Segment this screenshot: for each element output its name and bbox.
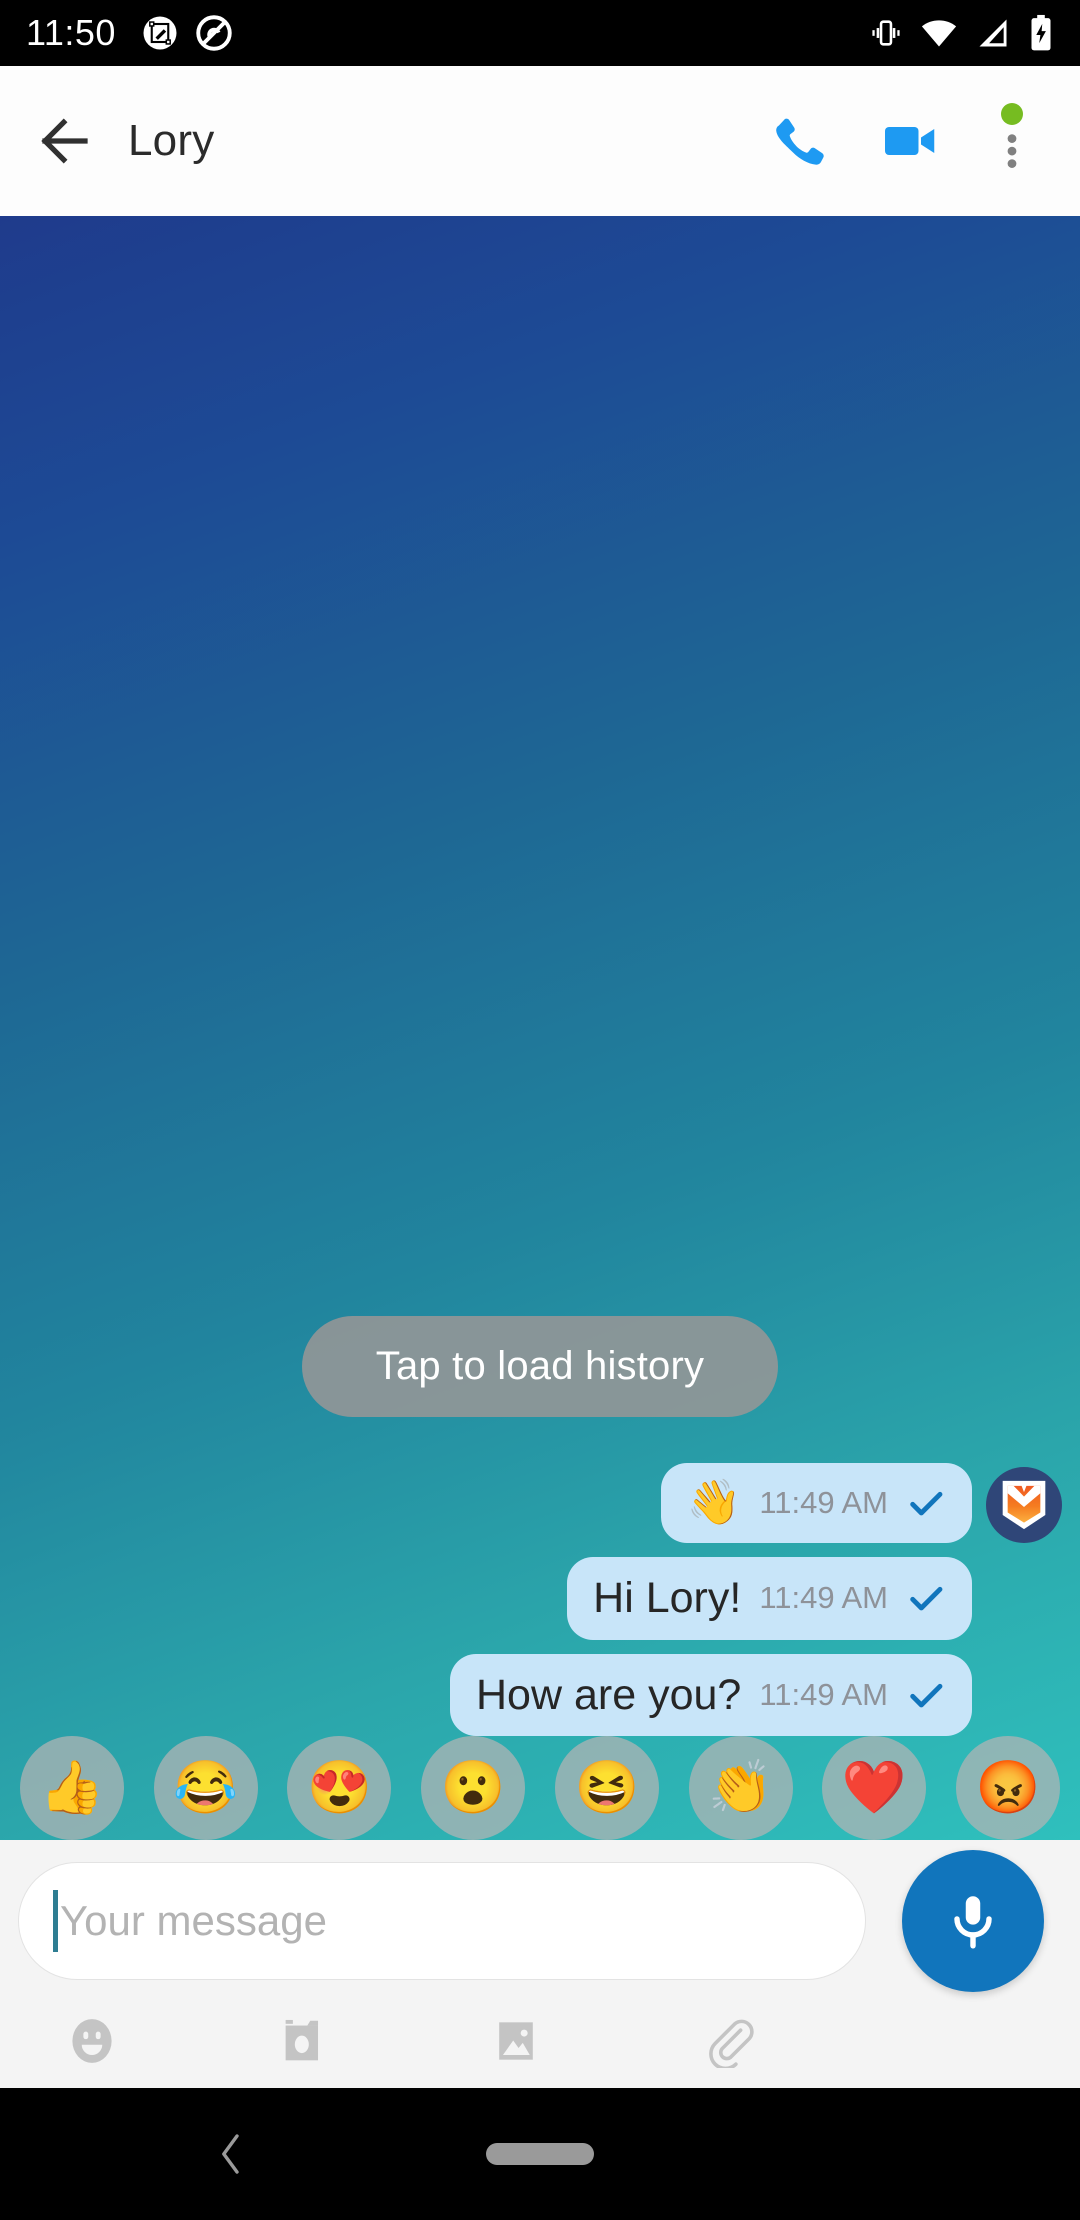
- overflow-menu-button[interactable]: [966, 85, 1058, 197]
- emoji-thumbs-up-button[interactable]: 👍: [20, 1736, 124, 1840]
- emoji-picker-button[interactable]: [40, 1996, 144, 2086]
- message-input[interactable]: Your message: [18, 1862, 866, 1980]
- emoji-angry-button[interactable]: 😡: [955, 1736, 1060, 1840]
- message-sent-check-icon: [910, 1492, 943, 1516]
- chat-message-area: Tap to load history 👋 11:49 AM Hi Lory! …: [0, 216, 1080, 1840]
- emoji-heart-eyes-button[interactable]: 😍: [287, 1736, 392, 1840]
- do-not-disturb-icon: [196, 15, 232, 51]
- message-row: Hi Lory! 11:49 AM: [567, 1557, 1062, 1640]
- message-sent-check-icon: [910, 1587, 943, 1611]
- emoji-icon: [72, 2019, 112, 2063]
- composer-input-row: Your message: [0, 1840, 1080, 1992]
- voice-record-button[interactable]: [902, 1850, 1044, 1992]
- message-bubble[interactable]: Hi Lory! 11:49 AM: [567, 1557, 972, 1640]
- avatar[interactable]: [986, 1467, 1062, 1544]
- nav-back-button[interactable]: [214, 2130, 248, 2178]
- attachment-toolbar: [0, 1996, 780, 2086]
- status-bar-notification-icons: [142, 15, 232, 51]
- phone-icon: [776, 118, 824, 165]
- video-camera-icon: [885, 127, 935, 155]
- more-vertical-icon: [1007, 134, 1017, 168]
- camera-button[interactable]: [252, 1996, 356, 2086]
- message-timestamp: 11:49 AM: [759, 1676, 888, 1712]
- gallery-icon: [499, 2022, 533, 2060]
- message-text: Hi Lory!: [593, 1574, 742, 1623]
- emoji-laughing-button[interactable]: 😆: [554, 1736, 659, 1840]
- wave-emoji: 👋: [686, 1478, 742, 1528]
- load-history-container: Tap to load history: [0, 1316, 1080, 1417]
- status-bar-system-icons: [869, 14, 1054, 52]
- page-title: Lory: [128, 116, 215, 165]
- status-badge: [1001, 103, 1023, 125]
- message-list: 👋 11:49 AM Hi Lory! 11:49 AM How are you…: [0, 1463, 1080, 1736]
- voice-call-button[interactable]: [742, 85, 854, 197]
- message-bubble[interactable]: 👋 11:49 AM: [660, 1463, 972, 1544]
- paperclip-icon: [709, 2019, 754, 2068]
- app-bar: Lory: [0, 66, 1080, 216]
- message-row: 👋 11:49 AM: [660, 1463, 1062, 1544]
- phone-screen: 11:50 Lory Tap to load history 👋 11:49 A…: [0, 0, 1080, 2220]
- message-row: How are you? 11:49 AM: [450, 1653, 1062, 1736]
- battery-charging-icon: [1031, 14, 1051, 51]
- text-caret: [53, 1890, 58, 1952]
- emoji-clap-button[interactable]: 👏: [688, 1736, 793, 1840]
- emoji-surprised-button[interactable]: 😮: [421, 1736, 526, 1840]
- emoji-red-heart-button[interactable]: ❤️: [822, 1736, 927, 1840]
- status-bar: 11:50: [0, 0, 1080, 66]
- gallery-button[interactable]: [464, 1996, 568, 2086]
- cellular-signal-icon: [979, 19, 1007, 47]
- message-timestamp: 11:49 AM: [759, 1580, 888, 1616]
- nav-home-pill[interactable]: [486, 2143, 594, 2165]
- emoji-joy-button[interactable]: 😂: [153, 1736, 258, 1840]
- message-timestamp: 11:49 AM: [759, 1485, 888, 1521]
- message-text: How are you?: [476, 1670, 742, 1719]
- message-composer: Your message: [0, 1840, 1080, 2088]
- vibrate-icon: [872, 20, 900, 46]
- emoji-quick-bar: 👍 😂 😍 😮 😆 👏 ❤️ 😡: [0, 1736, 1080, 1840]
- attach-file-button[interactable]: [676, 1996, 780, 2086]
- microphone-icon: [954, 1896, 992, 1949]
- wifi-icon: [921, 20, 957, 47]
- screenshot-markup-icon: [143, 16, 177, 50]
- video-call-button[interactable]: [854, 85, 966, 197]
- message-bubble[interactable]: How are you? 11:49 AM: [450, 1653, 972, 1736]
- load-history-button[interactable]: Tap to load history: [301, 1316, 779, 1417]
- back-arrow-icon: [41, 118, 88, 164]
- back-button[interactable]: [22, 98, 108, 184]
- system-navigation-bar: [0, 2088, 1080, 2220]
- camera-icon: [285, 2019, 319, 2061]
- status-bar-clock: 11:50: [26, 12, 116, 53]
- message-input-placeholder: Your message: [60, 1897, 327, 1944]
- avatar-shield-logo-icon: [1002, 1480, 1046, 1530]
- message-sent-check-icon: [910, 1683, 943, 1708]
- app-bar-actions: [742, 85, 1058, 197]
